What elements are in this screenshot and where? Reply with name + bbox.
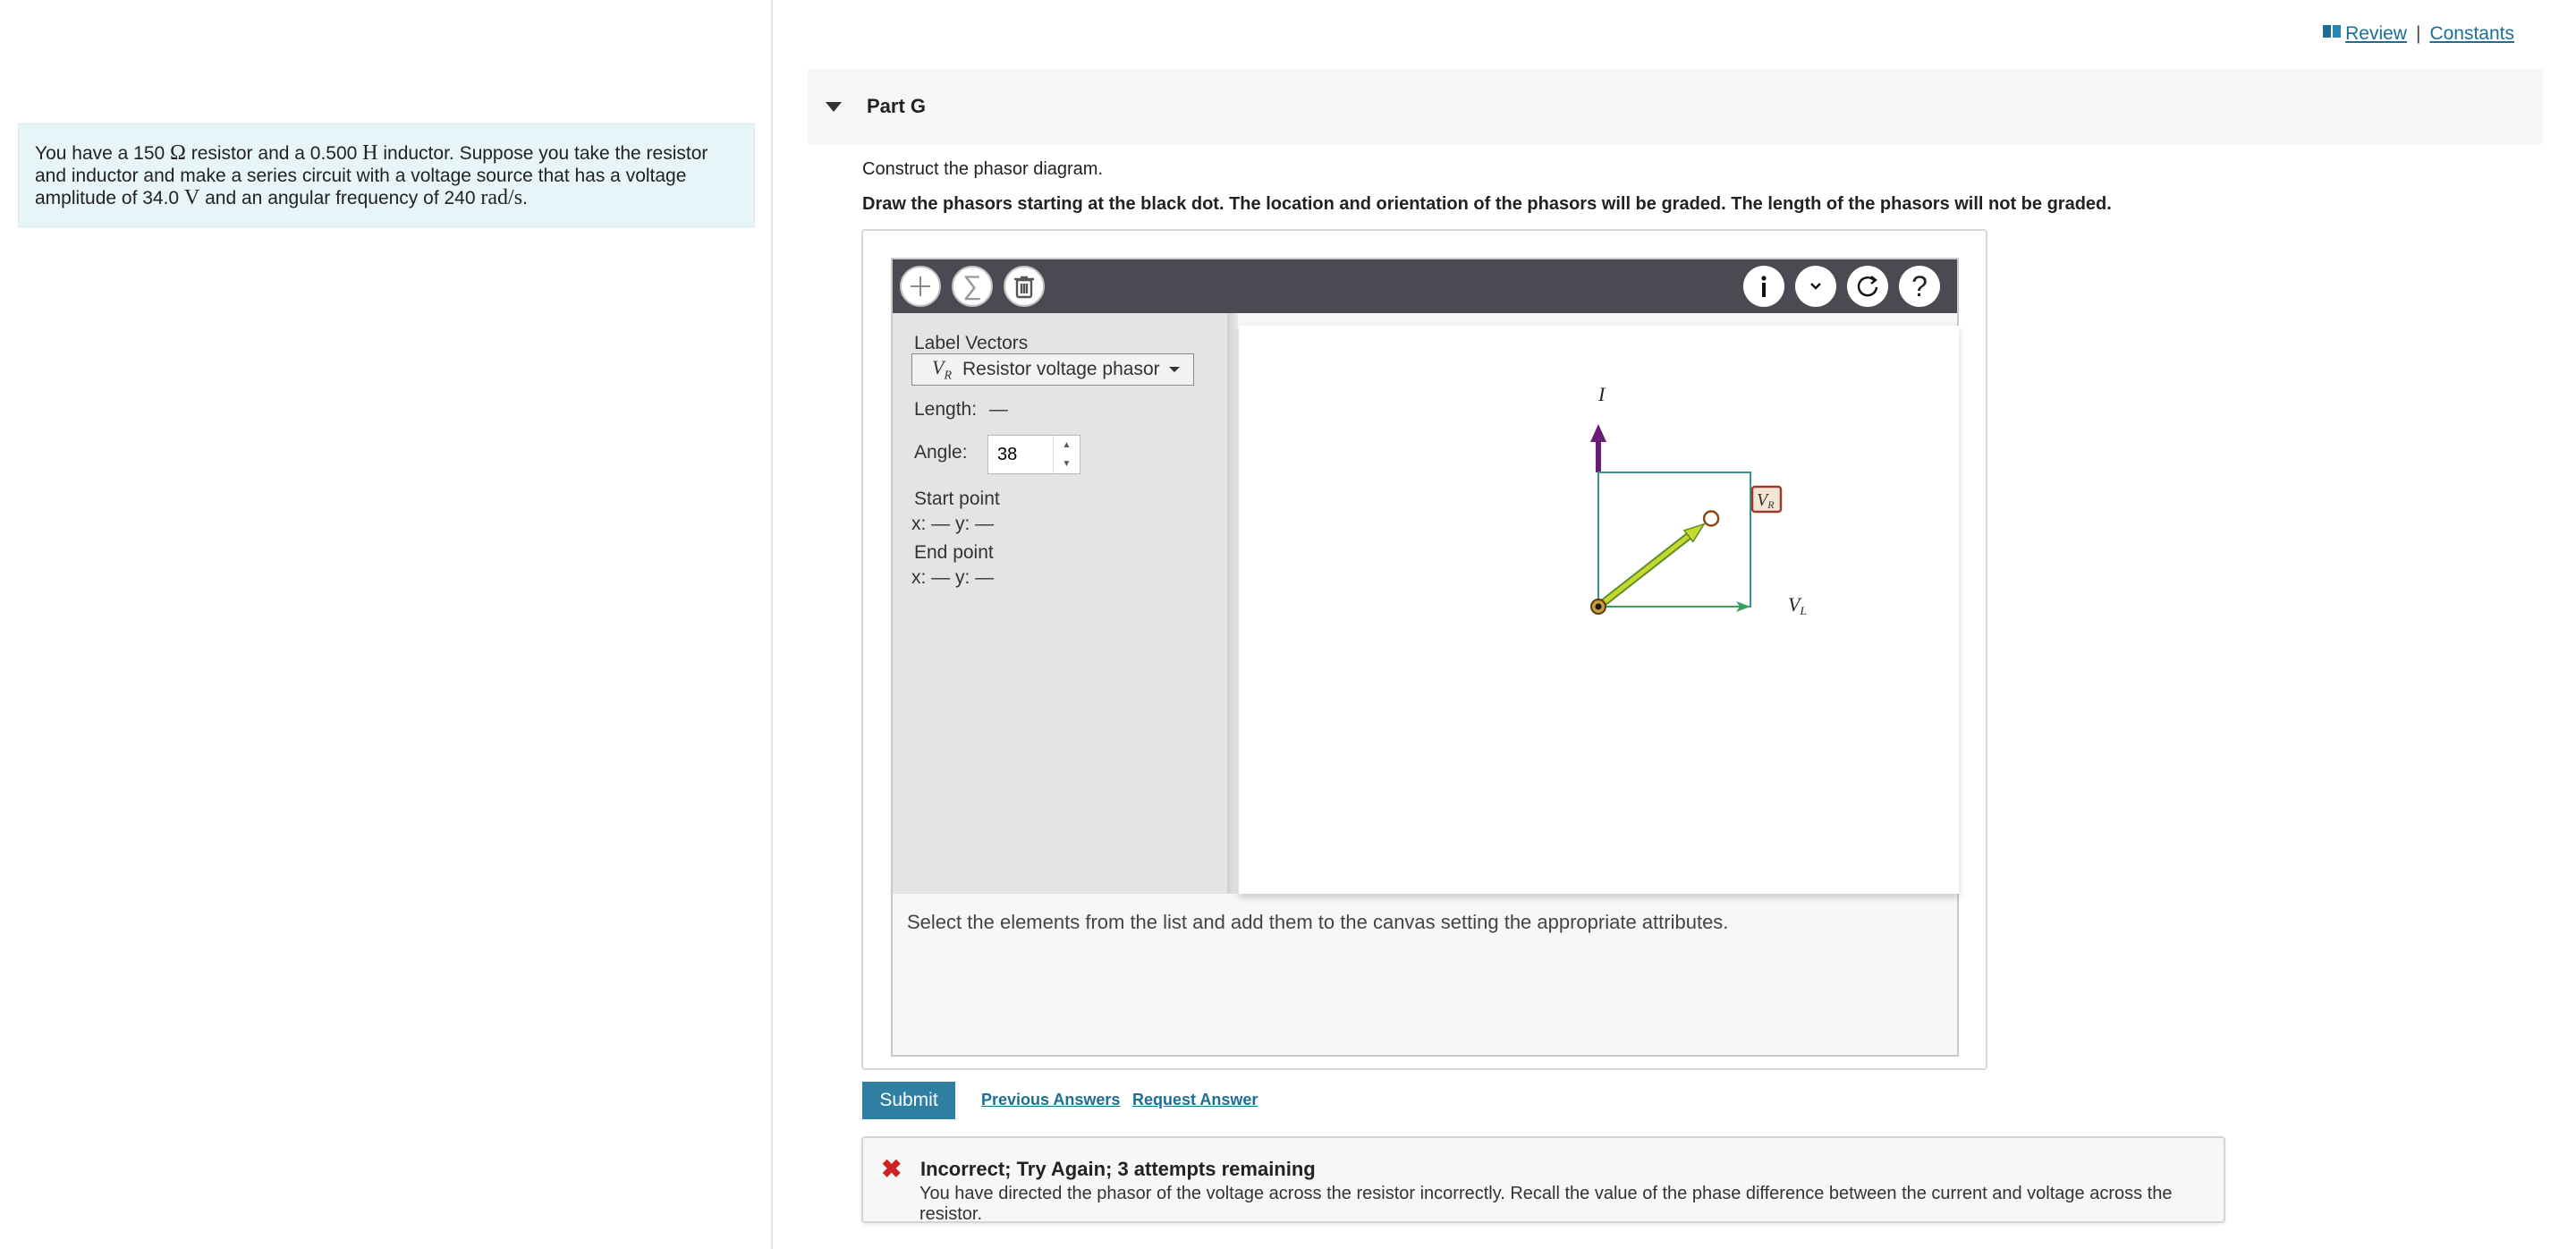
angle-stepper[interactable]: ▲ ▼ xyxy=(987,435,1080,474)
label-vectors-title: Label Vectors xyxy=(914,333,1029,353)
panel-divider xyxy=(1227,313,1238,894)
collapse-caret-icon[interactable] xyxy=(826,101,842,112)
unit-volt: V xyxy=(183,186,200,209)
vector-label-select[interactable]: VR Resistor voltage phasor xyxy=(911,353,1194,386)
review-link[interactable]: Review xyxy=(2322,23,2407,45)
feedback-box: ✖ Incorrect; Try Again; 3 attempts remai… xyxy=(861,1136,2225,1224)
problem-column: You have a 150 Ω resistor and a 0.500 H … xyxy=(0,0,773,1249)
help-icon[interactable]: ? xyxy=(1899,266,1940,307)
review-label: Review xyxy=(2345,23,2407,44)
origin-center-dot xyxy=(1595,603,1602,610)
sigma-glyph: ∑ xyxy=(962,271,982,301)
phasor-widget: ∑ ? Label Vectors VR Resistor voltage ph… xyxy=(891,258,1959,1057)
instruction-text: Construct the phasor diagram. xyxy=(862,159,1104,179)
close-icon: ✖ xyxy=(881,1155,902,1183)
reset-icon[interactable] xyxy=(1847,266,1888,307)
part-title: Part G xyxy=(867,95,927,117)
start-point-title: Start point xyxy=(914,489,1000,509)
submit-button[interactable]: Submit xyxy=(862,1082,955,1119)
angle-spinner[interactable]: ▲ ▼ xyxy=(1053,436,1080,473)
dropdown-caret-icon xyxy=(1168,367,1180,372)
phasor-canvas-svg[interactable]: I VR VL xyxy=(1239,326,1959,894)
problem-text-1: You have a 150 xyxy=(35,143,171,164)
drawing-canvas[interactable]: I VR VL xyxy=(1239,326,1959,894)
vl-label: VL xyxy=(1788,593,1807,617)
feedback-title: Incorrect; Try Again; 3 attempts remaini… xyxy=(920,1158,1316,1180)
end-handle[interactable] xyxy=(1702,510,1720,527)
problem-text-4: and an angular frequency of 240 xyxy=(199,188,481,208)
end-point-coords: x: — y: — xyxy=(911,567,995,588)
spinner-up-icon[interactable]: ▲ xyxy=(1054,436,1080,455)
spinner-down-icon[interactable]: ▼ xyxy=(1054,455,1080,473)
length-value: — xyxy=(988,399,1008,420)
header-links: Review | Constants xyxy=(2322,23,2514,45)
instruction-bold-text: Draw the phasors starting at the black d… xyxy=(862,194,2112,214)
start-point-coords: x: — y: — xyxy=(911,514,995,534)
problem-text-2: resistor and a 0.500 xyxy=(185,143,363,164)
vector-label-text: Resistor voltage phasor xyxy=(962,359,1160,379)
trash-icon[interactable] xyxy=(1004,266,1045,307)
unit-rads: rad/s xyxy=(480,186,523,209)
status-message: Select the elements from the list and ad… xyxy=(907,911,1729,933)
vr-label-subscript: R xyxy=(1767,498,1775,511)
request-answer-link[interactable]: Request Answer xyxy=(1132,1091,1258,1109)
current-label: I xyxy=(1597,383,1606,405)
previous-answers-link[interactable]: Previous Answers xyxy=(981,1091,1120,1109)
info-icon[interactable] xyxy=(1743,266,1784,307)
problem-text-5: . xyxy=(522,188,528,208)
length-row: Length: — xyxy=(914,399,1008,421)
chevron-down-icon[interactable] xyxy=(1795,266,1836,307)
problem-statement: You have a 150 Ω resistor and a 0.500 H … xyxy=(18,123,755,227)
unit-henry: H xyxy=(362,141,378,165)
constants-link[interactable]: Constants xyxy=(2429,23,2514,45)
part-header[interactable]: Part G xyxy=(808,69,2543,144)
properties-panel: Label Vectors VR Resistor voltage phasor… xyxy=(893,313,1227,894)
resistor-voltage-phasor[interactable] xyxy=(1594,523,1706,611)
phasor-widget-frame: ∑ ? Label Vectors VR Resistor voltage ph… xyxy=(861,229,1987,1070)
sigma-icon[interactable]: ∑ xyxy=(952,266,993,307)
help-glyph: ? xyxy=(1911,269,1928,302)
unit-ohm: Ω xyxy=(170,141,186,165)
length-label: Length: xyxy=(914,399,978,420)
vr-label-tag[interactable]: VR xyxy=(1750,485,1783,514)
inductor-voltage-phasor[interactable] xyxy=(1598,601,1750,612)
vector-symbol: VR xyxy=(932,355,953,383)
widget-toolbar: ∑ ? xyxy=(893,259,1957,313)
plus-icon[interactable] xyxy=(900,266,941,307)
book-icon xyxy=(2322,25,2342,39)
feedback-message: You have directed the phasor of the volt… xyxy=(919,1184,2173,1224)
link-separator: | xyxy=(2415,23,2421,44)
end-point-title: End point xyxy=(914,542,994,563)
angle-input[interactable] xyxy=(988,436,1053,473)
current-phasor[interactable] xyxy=(1590,424,1606,472)
angle-label: Angle: xyxy=(914,442,968,463)
